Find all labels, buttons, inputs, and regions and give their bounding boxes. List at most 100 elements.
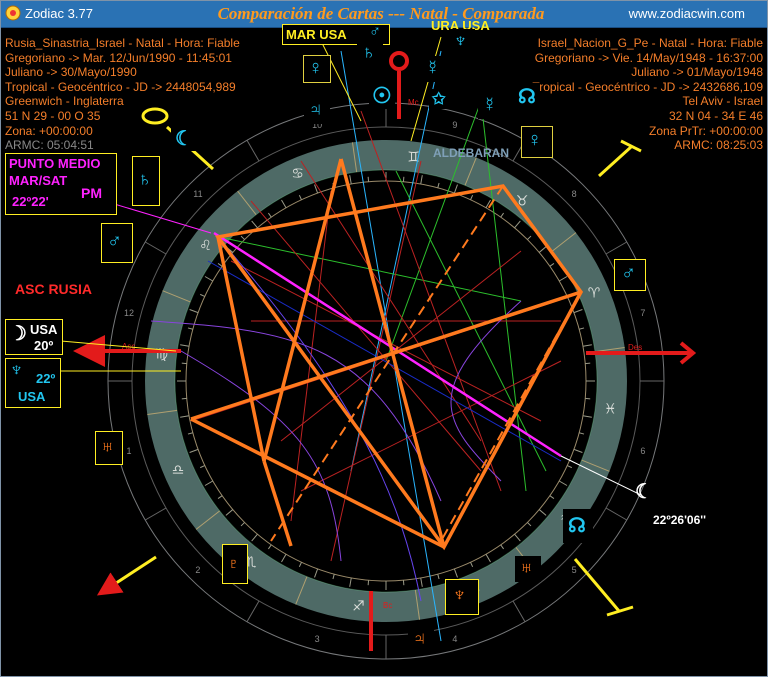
planet-mercury[interactable]: ☿ [421,56,447,82]
compared-line: Tel Aviv - Israel [682,94,763,109]
degree-tick [204,276,214,282]
house-number: 5 [572,565,577,575]
pm-label: PM [81,185,102,201]
asc-rusia-label: ASC RUSIA [15,281,93,297]
degree-tick [349,577,352,587]
midpoint-box[interactable]: PUNTO MEDIO MAR/SAT 22º22' [5,153,117,215]
planet-star[interactable]: ✩ [429,89,449,109]
house-number: 2 [195,565,200,575]
house-number: 1 [127,446,132,456]
wheel-rings [107,102,665,660]
degree-tick [199,465,205,469]
uranus-icon: ♅ [519,557,534,579]
house-cusp [144,241,167,255]
degree-tick [437,182,440,188]
planet-mercury-2[interactable]: ☿ [478,93,504,119]
house-cusp [246,139,260,162]
planet-box-venus[interactable]: ♀ [303,55,331,83]
house-number: 12 [124,308,134,318]
usa-moon-box[interactable]: ☽ USA 20º [5,319,63,355]
mercury-icon: ☿ [482,94,497,116]
moon-degree-label: 22º26'06'' [653,513,706,527]
planet-neptune[interactable]: ♆ [449,29,475,55]
neptune-icon: ♆ [452,584,467,606]
usa-moon-degree: 20º [34,338,54,353]
degree-tick [332,574,335,580]
midpoint-title: PUNTO MEDIO [9,156,101,171]
planet-moon-node[interactable]: ☊ [563,509,593,543]
planet-box-saturn[interactable]: ♄ [132,156,160,206]
saturn-icon: ♄ [137,169,152,191]
planet-sun[interactable]: ☉ [369,83,395,109]
moon-icon: ☽ [9,323,27,345]
planet-jupiter[interactable]: ♃ [304,98,330,124]
degree-tick [180,344,190,347]
degree-tick [268,544,272,550]
planet-jupiter-2[interactable]: ♃ [408,627,434,653]
degree-tick [500,212,504,218]
neptune-icon: ♆ [9,359,24,381]
degree-tick [204,480,214,486]
compared-line: Zona PrTr: +00:00:00 [649,123,763,138]
planet-box-uranus[interactable]: ♅ [95,431,123,465]
compared-line: Gregoriano -> Vie. 14/May/1948 - 16:37:0… [534,50,763,65]
jupiter-icon: ♃ [308,99,323,121]
degree-tick [579,327,585,330]
degree-tick [217,263,223,267]
natal-line: Zona: +00:00:00 [5,123,93,138]
natal-line: ARMC: 05:04:51 [5,138,94,153]
degree-tick [268,212,272,218]
planet-saturn[interactable]: ♄ [357,41,383,67]
axis-arrow [573,558,621,612]
degree-tick [187,432,193,435]
mc-label: Mc [408,98,419,107]
degree-tick [514,220,521,229]
planet-box-pluto[interactable]: ♇ [222,544,248,584]
venus-icon: ♀ [527,129,542,151]
planet-moon-2[interactable]: ☾ [171,125,197,151]
house-cusp [605,507,628,521]
natal-line: Juliano -> 30/Mayo/1990 [5,65,137,80]
degree-tick [573,448,583,453]
compared-line: Juliano -> 01/Mayo/1948 [631,65,763,80]
natal-line: Rusia_Sinastria_Israel - Natal - Hora: F… [5,36,240,50]
degree-tick [582,415,592,418]
moon-icon: ☾ [635,481,653,503]
house-cusp [605,241,628,255]
degree-tick [470,194,474,200]
degree-tick [558,276,568,282]
midpoint-degree: 22º22' [12,194,49,209]
axis-arrow [96,555,157,596]
venus-icon: ♀ [308,57,323,79]
planet-box-neptune[interactable]: ♆ [445,579,479,615]
midpoint-subtitle: MAR/SAT [9,173,68,188]
planet-uranus[interactable]: ♅ [515,556,541,582]
house-number: 7 [640,308,645,318]
moon-icon: ☾ [175,128,193,150]
degree-tick [573,309,583,314]
degree-tick [281,553,287,563]
degree-tick [514,533,521,542]
planet-node[interactable]: ☊ [514,83,540,109]
degree-tick [579,432,585,435]
degree-tick [453,184,458,194]
mar-usa-label: MAR USA [286,27,347,42]
compared-info-block: Israel_Nacion_G_Pe - Natal - Hora: Fiabl… [532,36,763,153]
degree-tick [217,495,223,499]
degree-tick [538,509,547,516]
house-cusp [144,507,167,521]
bc-label: Bc [383,601,392,610]
degree-tick [314,568,319,578]
sun-icon: ☉ [372,83,392,108]
degree-tick [189,448,199,453]
planet-box-mars[interactable]: ♂ [101,223,133,263]
planet-box-venus-2[interactable]: ♀ [521,126,553,158]
degree-tick [527,522,532,527]
planet-box-mars-2[interactable]: ♂ [614,259,646,291]
usa-neptune-box[interactable]: ♆ 22º USA [5,358,61,408]
house-number: 4 [452,634,457,644]
degree-tick [582,344,592,347]
degree-tick [349,175,352,185]
saturn-icon: ♄ [361,42,376,64]
mars-icon: ♂ [621,262,636,284]
